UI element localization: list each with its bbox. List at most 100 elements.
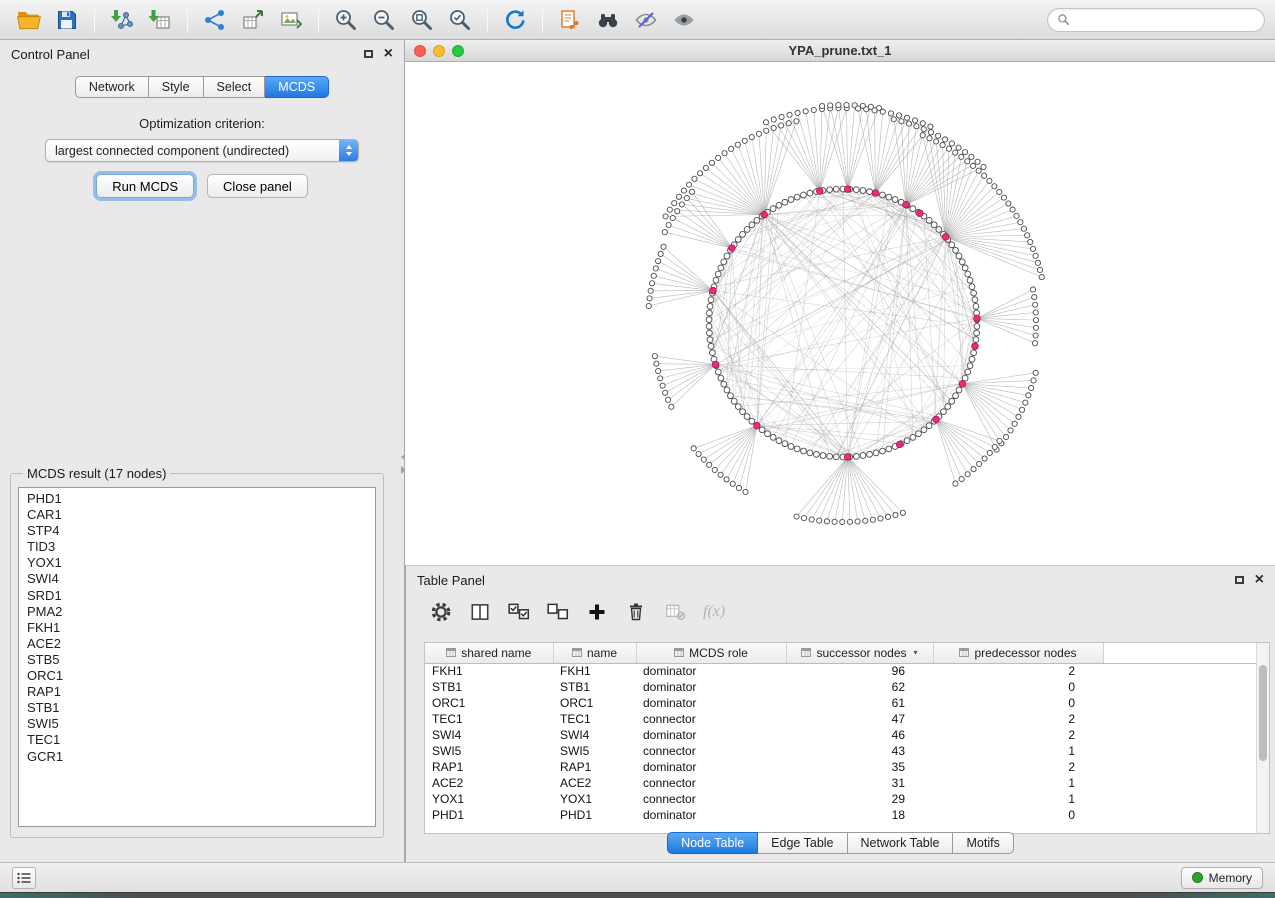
network-node[interactable] (962, 265, 968, 271)
leaf-node[interactable] (840, 519, 845, 524)
leaf-node[interactable] (912, 118, 917, 123)
leaf-node[interactable] (681, 188, 686, 193)
select-all-button[interactable] (504, 598, 534, 626)
leaf-node[interactable] (658, 251, 663, 256)
network-node[interactable] (833, 186, 839, 192)
leaf-node[interactable] (646, 303, 651, 308)
leaf-node[interactable] (1033, 370, 1038, 375)
leaf-node[interactable] (959, 476, 964, 481)
network-node[interactable] (759, 427, 765, 433)
mcds-hub-node[interactable] (844, 186, 851, 193)
leaf-node[interactable] (1010, 207, 1015, 212)
leaf-node[interactable] (959, 154, 964, 159)
leaf-node[interactable] (904, 115, 909, 120)
network-node[interactable] (827, 453, 833, 459)
column-header[interactable]: successor nodes▾ (786, 643, 933, 663)
leaf-node[interactable] (965, 472, 970, 477)
leaf-node[interactable] (743, 489, 748, 494)
leaf-node[interactable] (928, 124, 933, 129)
window-maximize-icon[interactable] (452, 45, 464, 57)
leaf-node[interactable] (1030, 246, 1035, 251)
leaf-node[interactable] (956, 145, 961, 150)
network-node[interactable] (833, 454, 839, 460)
network-graph[interactable] (405, 62, 1275, 565)
network-node[interactable] (765, 431, 771, 437)
network-node[interactable] (728, 393, 734, 399)
leaf-node[interactable] (1018, 220, 1023, 225)
leaf-node[interactable] (662, 230, 667, 235)
leaf-node[interactable] (1023, 400, 1028, 405)
network-node[interactable] (910, 206, 916, 212)
network-node[interactable] (754, 217, 760, 223)
close-panel-button[interactable]: Close panel (207, 174, 308, 198)
network-node[interactable] (962, 375, 968, 381)
network-node[interactable] (949, 398, 955, 404)
network-node[interactable] (941, 409, 947, 415)
leaf-node[interactable] (654, 361, 659, 366)
network-node[interactable] (770, 206, 776, 212)
leaf-node[interactable] (927, 136, 932, 141)
leaf-node[interactable] (893, 512, 898, 517)
leaf-node[interactable] (1001, 195, 1006, 200)
network-node[interactable] (708, 297, 714, 303)
leaf-node[interactable] (891, 117, 896, 122)
mcds-hub-node[interactable] (942, 234, 949, 241)
table-scrollbar[interactable] (1256, 643, 1269, 833)
mcds-result-item[interactable]: STB5 (27, 652, 367, 668)
network-node[interactable] (860, 453, 866, 459)
network-node[interactable] (967, 363, 973, 369)
leaf-node[interactable] (976, 168, 981, 173)
table-row[interactable]: YOX1YOX1connector291 (425, 791, 1257, 807)
leaf-node[interactable] (914, 124, 919, 129)
network-node[interactable] (965, 369, 971, 375)
network-node[interactable] (721, 381, 727, 387)
mcds-result-item[interactable]: SWI4 (27, 571, 367, 587)
table-row[interactable]: TEC1TEC1connector472 (425, 711, 1257, 727)
leaf-node[interactable] (1014, 213, 1019, 218)
leaf-node[interactable] (987, 450, 992, 455)
leaf-node[interactable] (701, 457, 706, 462)
add-column-button[interactable] (582, 598, 612, 626)
leaf-node[interactable] (920, 121, 925, 126)
leaf-node[interactable] (888, 111, 893, 116)
table-row[interactable]: FKH1FKH1dominator962 (425, 663, 1257, 679)
leaf-node[interactable] (921, 127, 926, 132)
export-table-button[interactable] (234, 4, 272, 36)
tab-mcds[interactable]: MCDS (265, 76, 329, 98)
leaf-node[interactable] (824, 519, 829, 524)
leaf-node[interactable] (1025, 233, 1030, 238)
leaf-node[interactable] (656, 368, 661, 373)
leaf-node[interactable] (934, 139, 939, 144)
leaf-node[interactable] (847, 519, 852, 524)
save-session-button[interactable] (48, 4, 86, 36)
leaf-node[interactable] (863, 518, 868, 523)
leaf-node[interactable] (935, 133, 940, 138)
mcds-result-item[interactable]: STP4 (27, 523, 367, 539)
leaf-node[interactable] (749, 135, 754, 140)
zoom-fit-button[interactable] (403, 4, 441, 36)
leaf-node[interactable] (707, 462, 712, 467)
leaf-node[interactable] (653, 266, 658, 271)
leaf-node[interactable] (1033, 325, 1038, 330)
network-node[interactable] (706, 317, 712, 323)
network-node[interactable] (959, 259, 965, 265)
network-node[interactable] (892, 197, 898, 203)
network-node[interactable] (749, 418, 755, 424)
network-node[interactable] (788, 197, 794, 203)
leaf-node[interactable] (880, 109, 885, 114)
network-node[interactable] (794, 194, 800, 200)
network-node[interactable] (721, 259, 727, 265)
leaf-node[interactable] (666, 222, 671, 227)
network-node[interactable] (776, 438, 782, 444)
network-node[interactable] (973, 303, 979, 309)
leaf-node[interactable] (836, 102, 841, 107)
leaf-node[interactable] (1033, 333, 1038, 338)
network-node[interactable] (776, 202, 782, 208)
leaf-node[interactable] (906, 121, 911, 126)
network-node[interactable] (782, 199, 788, 205)
export-image-button[interactable] (272, 4, 310, 36)
table-row[interactable]: PHD1PHD1dominator180 (425, 807, 1257, 823)
leaf-node[interactable] (689, 189, 694, 194)
mcds-result-item[interactable]: GCR1 (27, 749, 367, 765)
leaf-node[interactable] (1004, 434, 1009, 439)
